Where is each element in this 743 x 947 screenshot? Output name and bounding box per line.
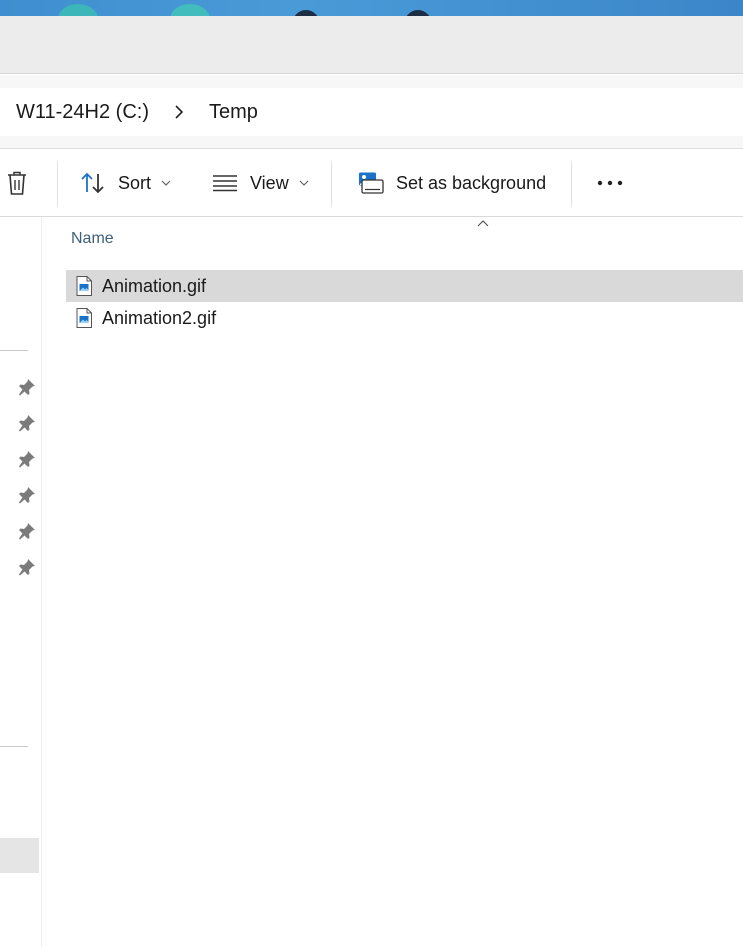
nav-divider (0, 746, 28, 747)
separator (57, 161, 58, 207)
file-name: Animation.gif (102, 275, 207, 296)
wallpaper-shape (170, 4, 210, 16)
address-bar[interactable]: W11-24H2 (C:) Temp (0, 88, 743, 136)
chevron-down-icon (299, 180, 309, 186)
sort-label: Sort (118, 172, 152, 193)
command-bar: Sort View Set as background (0, 149, 743, 217)
trash-icon (8, 171, 26, 195)
pin-icon[interactable] (18, 414, 36, 432)
set-as-background-button[interactable]: Set as background (358, 149, 546, 217)
window-title-bar (0, 16, 743, 74)
column-header-name[interactable]: Name (71, 230, 114, 248)
gif-file-icon (76, 308, 92, 328)
file-row[interactable]: Animation.gif (66, 270, 743, 302)
wallpaper-shape (58, 4, 98, 16)
pin-icon[interactable] (18, 522, 36, 540)
set-as-background-label: Set as background (396, 172, 547, 193)
separator (331, 161, 332, 207)
pin-icon[interactable] (18, 558, 36, 576)
sort-ascending-caret-icon (477, 220, 489, 227)
sort-button[interactable]: Sort (80, 149, 171, 217)
view-label: View (250, 172, 289, 193)
file-name: Animation2.gif (102, 307, 217, 328)
sort-arrows-icon (81, 172, 104, 194)
pin-icon[interactable] (18, 450, 36, 468)
gif-file-icon (76, 276, 92, 296)
breadcrumb-folder[interactable]: Temp (209, 101, 258, 124)
pin-icon[interactable] (18, 378, 36, 396)
nav-divider (0, 350, 28, 351)
breadcrumb-drive[interactable]: W11-24H2 (C:) (16, 101, 149, 124)
desktop-wallpaper-strip (0, 0, 743, 16)
chevron-right-icon[interactable] (149, 105, 209, 119)
view-button[interactable]: View (212, 149, 309, 217)
separator (571, 161, 572, 207)
file-row[interactable]: Animation2.gif (66, 302, 743, 334)
set-background-icon (359, 172, 384, 194)
nav-item-selected[interactable] (0, 838, 39, 873)
more-options-button[interactable] (596, 149, 624, 217)
view-lines-icon (213, 175, 237, 192)
delete-button[interactable] (4, 149, 30, 217)
more-dots-icon (597, 180, 623, 186)
pin-icon[interactable] (18, 486, 36, 504)
chevron-down-icon (161, 180, 171, 186)
